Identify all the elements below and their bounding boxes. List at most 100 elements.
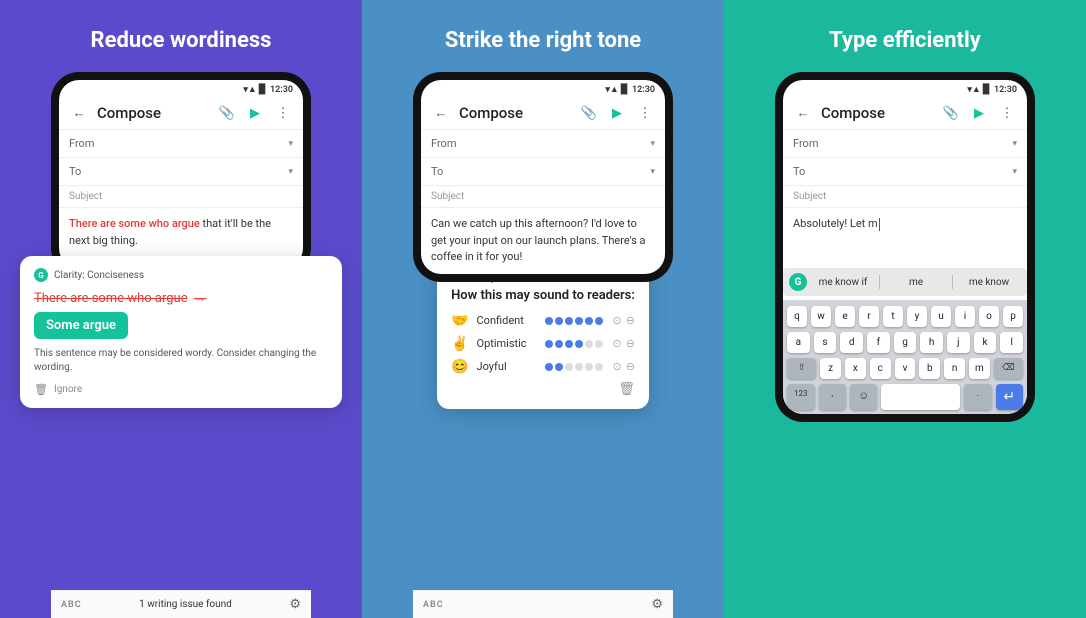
attach-icon-2[interactable]: 📎 (579, 103, 599, 123)
key-a[interactable]: a (787, 332, 810, 353)
key-v[interactable]: v (895, 358, 916, 379)
send-icon-2[interactable]: ▶ (607, 103, 627, 123)
optimistic-label: Optimistic (477, 337, 537, 350)
key-space[interactable] (881, 384, 960, 410)
gear-icon-1[interactable]: ⚙ (289, 597, 301, 612)
back-icon-2[interactable]: ← (431, 103, 451, 123)
bottom-bar-2: ABC ⚙ (413, 590, 673, 618)
highlighted-text-1: There are some who argue (69, 217, 200, 230)
phone1-screen: ▾▲ ▉ 12:30 ← Compose 📎 ▶ ⋮ From ▾ To ▾ (59, 80, 303, 268)
compose-title-1: Compose (97, 104, 209, 122)
suggest-3[interactable]: me know (957, 277, 1021, 288)
trash-icon-1[interactable]: 🗑 (34, 383, 48, 396)
key-q[interactable]: q (787, 306, 807, 327)
key-s[interactable]: s (814, 332, 837, 353)
key-backspace[interactable]: ⌫ (994, 358, 1023, 379)
send-icon-1[interactable]: ▶ (245, 103, 265, 123)
key-e[interactable]: e (835, 306, 855, 327)
key-l[interactable]: l (1000, 332, 1023, 353)
key-123[interactable]: 123 (787, 384, 814, 410)
key-o[interactable]: o (979, 306, 999, 327)
key-b[interactable]: b (919, 358, 940, 379)
key-r[interactable]: r (859, 306, 879, 327)
key-t[interactable]: t (883, 306, 903, 327)
panel-reduce-wordiness: Reduce wordiness ▾▲ ▉ 12:30 ← Compose 📎 … (0, 0, 362, 618)
key-h[interactable]: h (920, 332, 943, 353)
key-z[interactable]: z (820, 358, 841, 379)
more-icon-2[interactable]: ⋮ (635, 103, 655, 123)
abc-label-2: ABC (423, 600, 444, 610)
to-field-3: To ▾ (783, 158, 1027, 186)
confident-label: Confident (477, 314, 537, 327)
to-label-2: To (431, 165, 650, 178)
phone2-screen: ▾▲ ▉ 12:30 ← Compose 📎 ▶ ⋮ From ▾ To ▾ (421, 80, 665, 274)
keyboard-row-2: a s d f g h j k l (787, 332, 1023, 353)
key-w[interactable]: w (811, 306, 831, 327)
tone-trash[interactable]: 🗑 (451, 382, 635, 397)
panel2-title: Strike the right tone (445, 28, 641, 54)
subject-field-1: Subject (59, 186, 303, 208)
joyful-dots (545, 363, 605, 371)
send-icon-3[interactable]: ▶ (969, 103, 989, 123)
key-comma[interactable]: , (819, 384, 846, 410)
app-bar-1: ← Compose 📎 ▶ ⋮ (59, 97, 303, 130)
joyful-actions: ⊙⊖ (612, 360, 634, 373)
status-time-1: 12:30 (270, 85, 293, 95)
suggest-1[interactable]: me know if (811, 277, 875, 288)
app-bar-3: ← Compose 📎 ▶ ⋮ (783, 97, 1027, 130)
from-field-2: From ▾ (421, 130, 665, 158)
key-y[interactable]: y (907, 306, 927, 327)
key-shift[interactable]: ⇧ (787, 358, 816, 379)
optimistic-emoji: ✌️ (451, 336, 468, 352)
status-icons-2: ▾▲ ▉ (605, 84, 628, 95)
key-enter[interactable]: ↵ (996, 384, 1023, 410)
status-icons-3: ▾▲ ▉ (967, 84, 990, 95)
key-i[interactable]: i (955, 306, 975, 327)
key-n[interactable]: n (944, 358, 965, 379)
key-x[interactable]: x (845, 358, 866, 379)
back-icon-3[interactable]: ← (793, 103, 813, 123)
attach-icon-1[interactable]: 📎 (217, 103, 237, 123)
phone-1: ▾▲ ▉ 12:30 ← Compose 📎 ▶ ⋮ From ▾ To ▾ (51, 72, 311, 276)
status-time-3: 12:30 (994, 85, 1017, 95)
card-label-text-1: Clarity: Conciseness (54, 270, 144, 281)
status-time-2: 12:30 (632, 85, 655, 95)
keyboard: q w e r t y u i o p a s d (783, 300, 1027, 414)
key-c[interactable]: c (870, 358, 891, 379)
from-label-2: From (431, 137, 650, 150)
tone-row-optimistic: ✌️ Optimistic ⊙⊖ (451, 336, 635, 352)
key-m[interactable]: m (969, 358, 990, 379)
from-label-1: From (69, 137, 288, 150)
tone-row-confident: 🤝 Confident ⊙⊖ (451, 313, 635, 329)
from-field-3: From ▾ (783, 130, 1027, 158)
strikethrough-1: There are some who argue→ (34, 290, 328, 306)
subject-field-3: Subject (783, 186, 1027, 208)
gear-icon-2[interactable]: ⚙ (651, 597, 663, 612)
key-d[interactable]: d (840, 332, 863, 353)
attach-icon-3[interactable]: 📎 (941, 103, 961, 123)
tone-row-joyful: 😊 Joyful ⊙⊖ (451, 359, 635, 375)
key-k[interactable]: k (974, 332, 997, 353)
ignore-label-1[interactable]: Ignore (54, 384, 82, 395)
phone-2: ▾▲ ▉ 12:30 ← Compose 📎 ▶ ⋮ From ▾ To ▾ (413, 72, 673, 282)
suggest-2[interactable]: me (884, 277, 948, 288)
tone-big-title: How this may sound to readers: (451, 288, 635, 303)
key-p[interactable]: p (1003, 306, 1023, 327)
key-u[interactable]: u (931, 306, 951, 327)
key-f[interactable]: f (867, 332, 890, 353)
back-icon-1[interactable]: ← (69, 103, 89, 123)
joyful-emoji: 😊 (451, 359, 468, 375)
key-j[interactable]: j (947, 332, 970, 353)
key-period[interactable]: . (964, 384, 991, 410)
more-icon-1[interactable]: ⋮ (273, 103, 293, 123)
more-icon-3[interactable]: ⋮ (997, 103, 1017, 123)
key-g[interactable]: g (894, 332, 917, 353)
confident-emoji: 🤝 (451, 313, 468, 329)
bottom-bar-1: ABC 1 writing issue found ⚙ (51, 590, 311, 618)
key-emoji[interactable]: ☺ (850, 384, 877, 410)
card-footer-1: 🗑 Ignore (34, 383, 328, 396)
to-chevron-1: ▾ (288, 167, 293, 177)
suggestion-btn-1[interactable]: Some argue (34, 312, 128, 339)
compose-title-3: Compose (821, 104, 933, 122)
abc-label-1: ABC (61, 600, 82, 610)
